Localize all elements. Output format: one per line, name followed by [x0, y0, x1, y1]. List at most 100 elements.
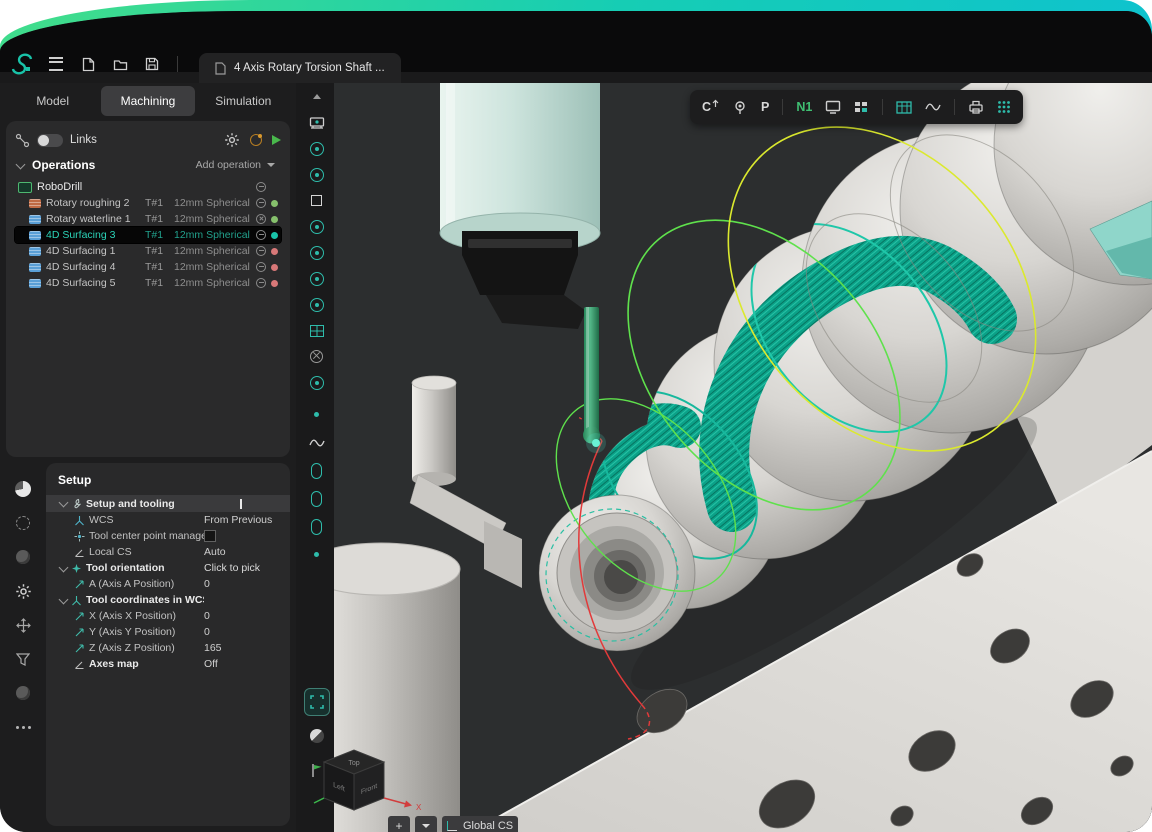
setup-section-header[interactable]: Tool orientationClick to pick — [46, 560, 290, 576]
save-file-button[interactable] — [139, 51, 165, 77]
setup-row[interactable]: X (Axis X Position)0 — [46, 608, 290, 624]
workpiece-tool-icon[interactable] — [12, 479, 34, 499]
pin-icon[interactable]: P — [761, 96, 769, 118]
rotary-table-icon[interactable] — [896, 96, 912, 118]
new-file-button[interactable] — [75, 51, 101, 77]
cs-dropdown-button[interactable] — [415, 816, 437, 832]
cube-axis-x: X — [416, 803, 422, 812]
chevron-down-icon — [422, 824, 430, 828]
settings-gear-icon[interactable] — [12, 581, 34, 601]
holder-grid-icon[interactable] — [854, 96, 869, 118]
setup-row[interactable]: Z (Axis Z Position)165 — [46, 640, 290, 656]
setup-value[interactable]: Auto — [204, 546, 282, 558]
scroll-up-icon[interactable] — [306, 87, 328, 106]
holder-visibility-icon[interactable] — [306, 217, 328, 236]
transform-tool-icon[interactable] — [12, 615, 34, 635]
burst-visibility-icon[interactable] — [306, 347, 328, 366]
operation-row[interactable]: 4D Surfacing 3T#112mm Spherical — [15, 227, 281, 243]
recalc-icon[interactable] — [250, 134, 262, 146]
spline-display-icon[interactable] — [306, 433, 328, 452]
operation-row[interactable]: 4D Surfacing 4T#112mm Spherical — [15, 259, 281, 275]
suppress-toggle-icon[interactable] — [256, 262, 266, 272]
part-end-bore — [539, 495, 695, 651]
setup-row[interactable]: Y (Axis Y Position)0 — [46, 624, 290, 640]
links-toggle[interactable] — [37, 134, 63, 147]
collet-visibility-icon[interactable] — [306, 269, 328, 288]
vise-visibility-icon[interactable] — [306, 295, 328, 314]
array-pattern-icon[interactable] — [997, 96, 1011, 118]
add-cs-button[interactable]: + — [388, 816, 410, 832]
operation-row[interactable]: 4D Surfacing 5T#112mm Spherical — [15, 275, 281, 291]
machining-toolbar: C P N1 — [690, 90, 1023, 124]
collision-control-icon[interactable]: C — [702, 96, 719, 118]
viewport-3d-scene[interactable] — [334, 83, 1152, 832]
menu-button[interactable] — [43, 51, 69, 77]
setup-value[interactable]: 0 — [204, 626, 282, 638]
workpiece-visibility-icon[interactable] — [306, 139, 328, 158]
simulation-screen-icon[interactable] — [825, 96, 841, 118]
setup-row[interactable]: A (Axis A Position)0 — [46, 576, 290, 592]
small-point-icon[interactable] — [306, 545, 328, 564]
job-assignment-icon[interactable] — [12, 513, 34, 533]
suppress-toggle-icon[interactable] — [256, 198, 266, 208]
setup-value[interactable]: 165 — [204, 642, 282, 654]
tab-machining[interactable]: Machining — [101, 86, 194, 116]
add-operation-button[interactable]: Add operation — [190, 158, 281, 172]
operation-row[interactable]: Rotary waterline 1T#112mm Spherical — [15, 211, 281, 227]
setup-row[interactable]: Local CSAuto — [46, 544, 290, 560]
stock-visibility-icon[interactable] — [306, 191, 328, 210]
suppress-toggle-icon[interactable] — [256, 214, 266, 224]
nc-program-button[interactable]: N1 — [796, 96, 812, 118]
setup-row[interactable]: WCSFrom Previous — [46, 512, 290, 528]
open-file-button[interactable] — [107, 51, 133, 77]
post-processor-icon[interactable] — [968, 96, 984, 118]
measure-wave-icon[interactable] — [925, 96, 941, 118]
setup-group-header[interactable]: Setup and tooling — [46, 495, 290, 512]
operation-row[interactable]: Rotary roughing 2T#112mm Spherical — [15, 195, 281, 211]
document-tab[interactable]: 4 Axis Rotary Torsion Shaft ... — [199, 53, 401, 83]
viewport[interactable] — [334, 83, 1152, 832]
setup-value[interactable]: Click to pick — [204, 562, 282, 574]
app-logo[interactable] — [8, 51, 36, 77]
suppress-toggle-icon[interactable] — [256, 230, 266, 240]
screw-visibility-icon[interactable] — [306, 243, 328, 262]
run-simulation-icon[interactable] — [272, 135, 281, 145]
setup-value[interactable]: Off — [204, 658, 282, 670]
operations-header[interactable]: Operations Add operation — [15, 153, 281, 177]
point-display-icon[interactable] — [306, 405, 328, 424]
probe-icon[interactable] — [732, 96, 748, 118]
machine-visibility-icon[interactable] — [306, 113, 328, 132]
fit-view-button[interactable] — [304, 689, 330, 715]
mesh-display-icon[interactable] — [306, 517, 328, 536]
more-tools-icon[interactable] — [12, 717, 34, 737]
suppress-toggle-icon[interactable] — [256, 182, 266, 192]
suppress-toggle-icon[interactable] — [256, 246, 266, 256]
tab-model[interactable]: Model — [6, 86, 99, 116]
coords-icon — [69, 595, 84, 606]
setup-value[interactable]: 0 — [204, 610, 282, 622]
fixture-visibility-icon[interactable] — [306, 165, 328, 184]
checkbox[interactable] — [204, 530, 216, 542]
setup-row[interactable]: Tool center point management — [46, 528, 290, 544]
operation-row[interactable]: 4D Surfacing 1T#112mm Spherical — [15, 243, 281, 259]
cube-face-top[interactable]: Top — [348, 760, 359, 767]
table-visibility-icon[interactable] — [306, 321, 328, 340]
tool-visibility-icon[interactable] — [306, 373, 328, 392]
operation-group-robodrill[interactable]: RoboDrill — [15, 179, 281, 195]
machine-tool-icon[interactable] — [12, 683, 34, 703]
part-display-icon[interactable] — [306, 489, 328, 508]
chevron-down-icon — [267, 163, 275, 167]
setup-value[interactable]: 0 — [204, 578, 282, 590]
operations-tree: RoboDrillRotary roughing 2T#112mm Spheri… — [15, 179, 281, 291]
gear-icon[interactable] — [224, 132, 240, 148]
setup-section-header[interactable]: Tool coordinates in WCS — [46, 592, 290, 608]
stock-display-icon[interactable] — [306, 461, 328, 480]
suppress-toggle-icon[interactable] — [256, 278, 266, 288]
global-cs-button[interactable]: Global CS — [442, 816, 518, 832]
setup-row[interactable]: Axes mapOff — [46, 656, 290, 672]
axis-icon — [72, 611, 87, 622]
setup-value[interactable]: From Previous — [204, 514, 282, 526]
tooling-filter-icon[interactable] — [12, 649, 34, 669]
tab-simulation[interactable]: Simulation — [197, 86, 290, 116]
model-tool-icon[interactable] — [12, 547, 34, 567]
